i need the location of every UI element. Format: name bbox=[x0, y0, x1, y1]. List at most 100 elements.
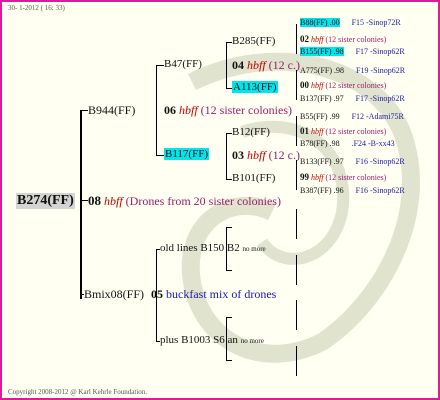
gen1-mother[interactable]: B944(FF) bbox=[88, 103, 135, 118]
gen4-right: F19 -Sinop62R bbox=[356, 66, 406, 75]
gen4-row[interactable]: B88(FF) .00 F15 -Sinop72R bbox=[300, 18, 401, 27]
plus-b1003-node[interactable]: plus B1003 S6 an no more bbox=[160, 334, 264, 346]
copyright-text: Copyright 2008-2012 @ Karl Kehrle Founda… bbox=[8, 388, 148, 396]
gen2-m-father-label: hbff bbox=[179, 103, 198, 117]
tree-line bbox=[80, 294, 84, 295]
gen4-text: B55(FF) .99 bbox=[300, 112, 340, 121]
tree-line bbox=[226, 270, 232, 271]
gen4-right: F17 -Sinop62R bbox=[355, 47, 405, 56]
gen4-text: B387(FF) .96 bbox=[300, 186, 344, 195]
tree-line bbox=[156, 249, 157, 341]
tree-line bbox=[226, 133, 232, 134]
tree-line bbox=[226, 360, 232, 361]
gen2-m-father-code: 06 bbox=[164, 103, 176, 117]
tree-line bbox=[226, 179, 232, 180]
b12-node[interactable]: B12(FF) bbox=[232, 126, 270, 138]
date-stamp: 30- 1-2012 ( 16: 33) bbox=[8, 4, 65, 12]
gen4-row[interactable]: B155(FF) .98 F17 -Sinop62R bbox=[300, 47, 405, 56]
tree-line bbox=[226, 88, 232, 89]
b47-node[interactable]: B47(FF) bbox=[164, 58, 202, 70]
gen4-text: B78(FF) .98 bbox=[300, 139, 340, 148]
gen3-b12-label: hbff bbox=[247, 148, 266, 162]
gen4-row[interactable]: B387(FF) .96 F16 -Sinop62R bbox=[300, 186, 405, 195]
bmix-note: buckfast mix of drones bbox=[166, 287, 277, 301]
gen4-text: B88(FF) .00 bbox=[300, 18, 340, 27]
tree-line bbox=[226, 227, 232, 228]
gen4-row[interactable]: 99 hbff (12 sister colonies) bbox=[300, 172, 386, 182]
gen1-father[interactable]: 08 hbff (Drones from 20 sister colonies) bbox=[88, 193, 281, 209]
tree-line bbox=[296, 300, 297, 330]
gen4-right: F16 -Sinop62R bbox=[355, 157, 405, 166]
tree-line bbox=[156, 249, 160, 250]
gen3-b285-label: hbff bbox=[247, 58, 266, 72]
tree-line bbox=[296, 346, 297, 376]
gen4-right: F16 -Sinop62R bbox=[355, 186, 405, 195]
tree-line bbox=[296, 70, 297, 100]
gen4-text: B137(FF) .97 bbox=[300, 94, 344, 103]
gen4-row[interactable]: B78(FF) .98 .F24 -B-xx43 bbox=[300, 139, 395, 148]
bmix-label: Bmix08(FF) bbox=[84, 287, 145, 301]
gen4-row[interactable]: A775(FF) .98 F19 -Sinop62R bbox=[300, 66, 405, 75]
gen4-row[interactable]: 02 hbff (12 sister colonies) bbox=[300, 34, 386, 44]
old-lines-node[interactable]: old lines B150 B2 no more bbox=[160, 242, 266, 254]
gen4-right: .F24 -B-xx43 bbox=[351, 139, 395, 148]
gen4-text: A775(FF) .98 bbox=[300, 66, 345, 75]
old-lines-text: old lines B150 B2 bbox=[160, 242, 240, 254]
gen1-father-note: (Drones from 20 sister colonies) bbox=[125, 194, 281, 208]
pedigree-frame: 30- 1-2012 ( 16: 33) B274(FF) B944(FF) 0… bbox=[0, 0, 440, 400]
b285-node[interactable]: B285(FF) bbox=[232, 35, 275, 47]
gen4-row[interactable]: 01 hbff (12 sister colonies) bbox=[300, 126, 386, 136]
tree-line bbox=[226, 317, 227, 360]
root-individual[interactable]: B274(FF) bbox=[16, 193, 75, 209]
gen4-text: 01 bbox=[300, 126, 309, 136]
tree-line bbox=[80, 110, 82, 299]
bmix-node[interactable]: Bmix08(FF) 05 buckfast mix of drones bbox=[84, 287, 276, 302]
tree-line bbox=[226, 227, 227, 270]
tree-line bbox=[226, 317, 232, 318]
tree-line bbox=[296, 24, 297, 54]
root-label: B274(FF) bbox=[17, 193, 74, 208]
gen4-text: 00 bbox=[300, 80, 309, 90]
gen1-father-code: 08 bbox=[88, 193, 101, 208]
gen4-row[interactable]: B133(FF) .97 F16 -Sinop62R bbox=[300, 157, 405, 166]
gen4-note: (12 sister colonies) bbox=[325, 81, 387, 90]
gen4-row[interactable]: B137(FF) .97 F17 -Sinop62R bbox=[300, 94, 405, 103]
gen1-father-label: hbff bbox=[104, 194, 123, 208]
gen4-text: B155(FF) .98 bbox=[300, 47, 344, 56]
gen3-b12-code: 03 bbox=[232, 148, 244, 162]
tree-line bbox=[296, 209, 297, 239]
gen4-ital: hbff bbox=[309, 127, 326, 136]
b101-node[interactable]: B101(FF) bbox=[232, 172, 275, 184]
gen4-ital: hbff bbox=[309, 173, 326, 182]
bmix-code: 05 bbox=[151, 287, 164, 301]
gen3-b285-father[interactable]: 04 hbff (12 c.) bbox=[232, 58, 300, 73]
a113-node[interactable]: A113(FF) bbox=[232, 81, 278, 93]
tree-line bbox=[296, 255, 297, 285]
tree-line bbox=[156, 341, 160, 342]
tree-line bbox=[226, 133, 227, 179]
plus-b1003-suffix: no more bbox=[240, 337, 264, 345]
gen2-m-father[interactable]: 06 hbff (12 sister colonies) bbox=[164, 103, 292, 118]
tree-line bbox=[296, 116, 297, 146]
tree-line bbox=[80, 110, 88, 111]
tree-line bbox=[226, 42, 232, 43]
gen4-note: (12 sister colonies) bbox=[325, 35, 387, 44]
gen4-right: F17 -Sinop62R bbox=[355, 94, 405, 103]
gen4-right: F12 -Adami75R bbox=[351, 112, 404, 121]
gen4-ital: hbff bbox=[309, 81, 326, 90]
b117-node[interactable]: B117(FF) bbox=[164, 148, 209, 160]
gen3-b285-code: 04 bbox=[232, 58, 244, 72]
gen4-ital: hbff bbox=[309, 35, 326, 44]
old-lines-suffix: no more bbox=[242, 245, 266, 253]
gen4-row[interactable]: B55(FF) .99 F12 -Adami75R bbox=[300, 112, 404, 121]
gen4-right: F15 -Sinop72R bbox=[351, 18, 401, 27]
gen2-m-father-note: (12 sister colonies) bbox=[200, 103, 292, 117]
gen4-row[interactable]: 00 hbff (12 sister colonies) bbox=[300, 80, 386, 90]
gen4-note: (12 sister colonies) bbox=[325, 173, 387, 182]
gen4-text: B133(FF) .97 bbox=[300, 157, 344, 166]
gen3-b12-father[interactable]: 03 hbff (12 c.) bbox=[232, 148, 300, 163]
gen4-text: 02 bbox=[300, 34, 309, 44]
tree-line bbox=[156, 65, 164, 66]
tree-line bbox=[156, 155, 164, 156]
tree-line bbox=[156, 65, 157, 155]
